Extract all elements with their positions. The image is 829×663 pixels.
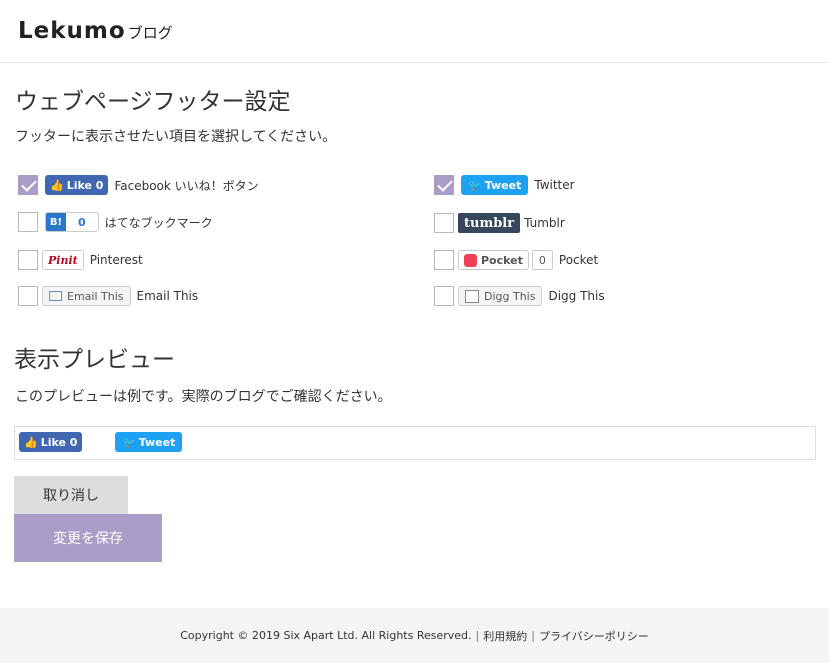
envelope-icon bbox=[49, 291, 62, 301]
footer-separator: | bbox=[475, 629, 480, 642]
hatena-icon: B! bbox=[46, 213, 66, 231]
logo-main: Lekumo bbox=[18, 18, 126, 44]
digg-label: Digg This bbox=[548, 289, 605, 303]
site-header: Lekumo ブログ bbox=[0, 0, 829, 63]
tumblr-label: Tumblr bbox=[524, 216, 565, 230]
copyright-text: Copyright © 2019 Six Apart Ltd. All Righ… bbox=[180, 629, 472, 642]
option-tumblr: tumblr Tumblr bbox=[434, 211, 565, 235]
pinterest-label: Pinterest bbox=[89, 253, 143, 267]
option-digg: Digg This Digg This bbox=[434, 284, 605, 308]
tweet-button: 🐦 Tweet bbox=[461, 175, 529, 195]
tumblr-button: tumblr bbox=[458, 213, 521, 233]
thumbs-up-icon: 👍 bbox=[24, 435, 38, 449]
preview-title: 表示プレビュー bbox=[14, 347, 175, 373]
pocket-count: 0 bbox=[531, 250, 553, 270]
hatena-label: はてなブックマーク bbox=[104, 215, 213, 230]
twitter-bird-icon: 🐦 bbox=[122, 435, 136, 449]
logo-sub: ブログ bbox=[127, 24, 173, 42]
preview-facebook-like-button[interactable]: 👍 Like 0 bbox=[19, 432, 83, 452]
preview-tweet-button[interactable]: 🐦 Tweet bbox=[115, 432, 183, 452]
facebook-like-button: 👍 Like 0 bbox=[45, 175, 109, 195]
terms-link[interactable]: 利用規約 bbox=[483, 628, 527, 644]
footer-separator: | bbox=[531, 629, 535, 642]
hatena-bookmark-button: B! 0 bbox=[45, 212, 99, 232]
twitter-bird-icon: 🐦 bbox=[468, 178, 482, 192]
privacy-link[interactable]: プライバシーポリシー bbox=[539, 628, 649, 644]
facebook-checkbox[interactable] bbox=[18, 175, 38, 195]
email-checkbox[interactable] bbox=[18, 286, 38, 306]
digg-this-button: Digg This bbox=[458, 286, 543, 306]
thumbs-up-icon: 👍 bbox=[50, 178, 64, 192]
email-label: Email This bbox=[136, 289, 199, 303]
digg-icon bbox=[465, 289, 479, 303]
cancel-button[interactable]: 取り消し bbox=[14, 476, 128, 514]
option-facebook: 👍 Like 0 Facebook いいね！ボタン bbox=[18, 173, 259, 197]
page-description: フッターに表示させたい項目を選択してください。 bbox=[15, 129, 337, 145]
hatena-checkbox[interactable] bbox=[18, 212, 38, 232]
option-twitter: 🐦 Tweet Twitter bbox=[434, 173, 575, 197]
pocket-icon bbox=[464, 253, 477, 267]
twitter-checkbox[interactable] bbox=[434, 175, 454, 195]
site-footer: Copyright © 2019 Six Apart Ltd. All Righ… bbox=[0, 608, 829, 663]
logo[interactable]: Lekumo ブログ bbox=[18, 18, 173, 44]
option-email: Email This Email This bbox=[18, 284, 198, 308]
option-pocket: Pocket 0 Pocket bbox=[434, 248, 598, 272]
pinterest-button: Pinit bbox=[42, 250, 84, 270]
twitter-label: Twitter bbox=[534, 178, 575, 192]
email-this-button: Email This bbox=[42, 286, 131, 306]
digg-checkbox[interactable] bbox=[434, 286, 454, 306]
preview-description: このプレビューは例です。実際のブログでご確認ください。 bbox=[15, 389, 392, 405]
save-button[interactable]: 変更を保存 bbox=[14, 514, 162, 562]
facebook-label: Facebook いいね！ボタン bbox=[114, 178, 259, 193]
hatena-count: 0 bbox=[78, 215, 86, 229]
pocket-checkbox[interactable] bbox=[434, 250, 454, 270]
option-hatena: B! 0 はてなブックマーク bbox=[18, 210, 213, 234]
option-pinterest: Pinit Pinterest bbox=[18, 248, 143, 272]
pinterest-checkbox[interactable] bbox=[18, 250, 38, 270]
tumblr-checkbox[interactable] bbox=[434, 213, 454, 233]
pocket-button: Pocket bbox=[458, 250, 529, 270]
page-title: ウェブページフッター設定 bbox=[15, 89, 291, 115]
pocket-label: Pocket bbox=[558, 253, 599, 267]
preview-box: 👍 Like 0 🐦 Tweet bbox=[14, 426, 816, 460]
